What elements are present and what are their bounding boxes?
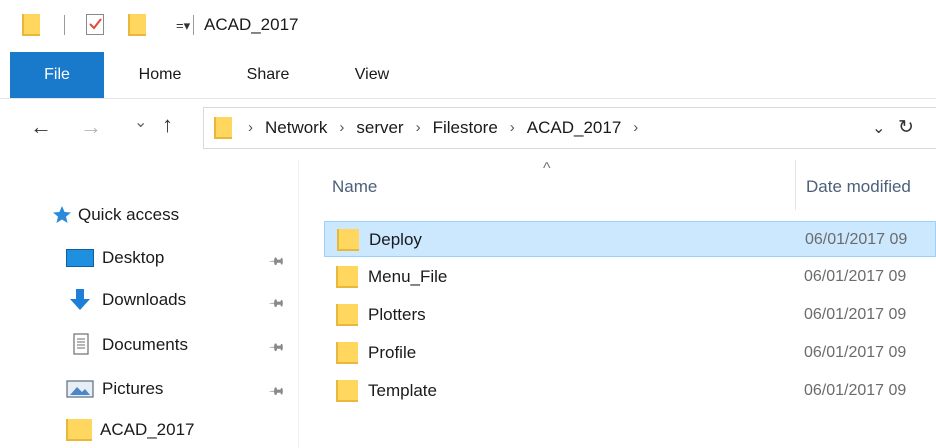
breadcrumb-server[interactable]: server [356, 108, 403, 148]
chevron-right-icon[interactable]: › [510, 108, 515, 148]
file-date-modified: 06/01/2017 09 [804, 382, 907, 399]
sidebar-item-label: Pictures [102, 379, 164, 398]
file-date-modified: 06/01/2017 09 [804, 306, 907, 323]
list-item-template[interactable]: Template 06/01/2017 09 [324, 373, 936, 409]
breadcrumb-network[interactable]: Network [265, 108, 327, 148]
sidebar-item-acad-2017[interactable]: ACAD_2017 [66, 412, 195, 448]
pin-icon[interactable]: 🖈 [263, 379, 289, 405]
file-name: Template [368, 381, 437, 400]
tab-file[interactable]: File [10, 52, 104, 98]
file-date-modified: 06/01/2017 09 [804, 268, 907, 285]
tab-view[interactable]: View [336, 52, 408, 98]
pin-icon[interactable]: 🖈 [263, 335, 289, 361]
sidebar-item-documents[interactable]: Documents [66, 327, 188, 363]
sidebar-item-label: Documents [102, 335, 188, 354]
breadcrumb-filestore[interactable]: Filestore [433, 108, 498, 148]
star-icon [53, 206, 71, 223]
file-name: Menu_File [368, 267, 448, 286]
sidebar-item-desktop[interactable]: Desktop [66, 240, 164, 276]
folder-icon [337, 229, 359, 251]
file-name: Plotters [368, 305, 426, 324]
pane-divider[interactable] [298, 160, 299, 448]
sidebar-item-label: Downloads [102, 290, 187, 309]
file-date-modified: 06/01/2017 09 [804, 344, 907, 361]
customize-dropdown-icon[interactable]: =▾ [176, 18, 190, 34]
pin-icon[interactable]: 🖈 [263, 249, 289, 275]
folder-icon [336, 380, 358, 402]
pictures-icon [66, 380, 94, 398]
refresh-icon[interactable]: ↻ [898, 116, 914, 139]
breadcrumb: › Network › server › Filestore › ACAD_20… [248, 108, 650, 148]
list-item-menu-file[interactable]: Menu_File 06/01/2017 09 [324, 259, 936, 295]
toolbar-divider [64, 15, 65, 35]
address-bar[interactable]: › Network › server › Filestore › ACAD_20… [203, 107, 936, 149]
documents-icon [73, 333, 89, 355]
file-name: Profile [368, 343, 417, 362]
ribbon: File Home Share View [0, 52, 936, 99]
sidebar-item-downloads[interactable]: Downloads [66, 282, 186, 318]
window-title: ACAD_2017 [204, 15, 299, 34]
list-item-profile[interactable]: Profile 06/01/2017 09 [324, 335, 936, 371]
properties-check-icon[interactable] [86, 14, 104, 35]
sidebar-item-pictures[interactable]: Pictures [66, 371, 163, 407]
new-folder-icon[interactable] [128, 14, 146, 36]
pin-icon[interactable]: 🖈 [263, 291, 289, 317]
list-item-deploy[interactable]: Deploy 06/01/2017 09 [324, 221, 936, 257]
file-date-modified: 06/01/2017 09 [805, 231, 908, 248]
tab-share[interactable]: Share [228, 52, 308, 98]
column-divider[interactable] [795, 160, 796, 210]
column-header-name[interactable]: Name [332, 166, 377, 214]
file-name: Deploy [369, 230, 422, 249]
chevron-right-icon[interactable]: › [339, 108, 344, 148]
desktop-icon [66, 249, 94, 267]
sidebar-quick-access[interactable]: Quick access [52, 198, 179, 232]
column-header-date-modified[interactable]: Date modified [806, 166, 911, 214]
sidebar-item-label: Quick access [78, 205, 180, 224]
chevron-right-icon: › [248, 119, 253, 136]
sort-ascending-icon: ^ [543, 160, 551, 177]
folder-icon [214, 117, 232, 139]
chevron-right-icon[interactable]: › [633, 108, 638, 148]
folder-icon [66, 419, 92, 441]
sidebar-item-label: ACAD_2017 [100, 420, 195, 439]
address-dropdown-icon[interactable]: ⌄ [872, 118, 885, 138]
forward-button[interactable]: → [80, 114, 102, 140]
folder-icon [336, 304, 358, 326]
downloads-icon [70, 289, 90, 310]
recent-locations-button[interactable]: ⌄ [134, 112, 147, 132]
chevron-right-icon[interactable]: › [416, 108, 421, 148]
navigation-bar: ← → ⌄ ↑ › Network › server › Filestore ›… [0, 98, 936, 160]
tab-home[interactable]: Home [124, 52, 196, 98]
list-item-plotters[interactable]: Plotters 06/01/2017 09 [324, 297, 936, 333]
sidebar-item-label: Desktop [102, 248, 165, 267]
breadcrumb-acad-2017[interactable]: ACAD_2017 [527, 108, 622, 148]
folder-icon[interactable] [22, 14, 40, 36]
folder-icon [336, 342, 358, 364]
up-button[interactable]: ↑ [162, 112, 173, 138]
toolbar-divider [193, 15, 194, 35]
title-bar: =▾ ACAD_2017 [0, 0, 936, 52]
folder-icon [336, 266, 358, 288]
back-button[interactable]: ← [30, 114, 52, 140]
